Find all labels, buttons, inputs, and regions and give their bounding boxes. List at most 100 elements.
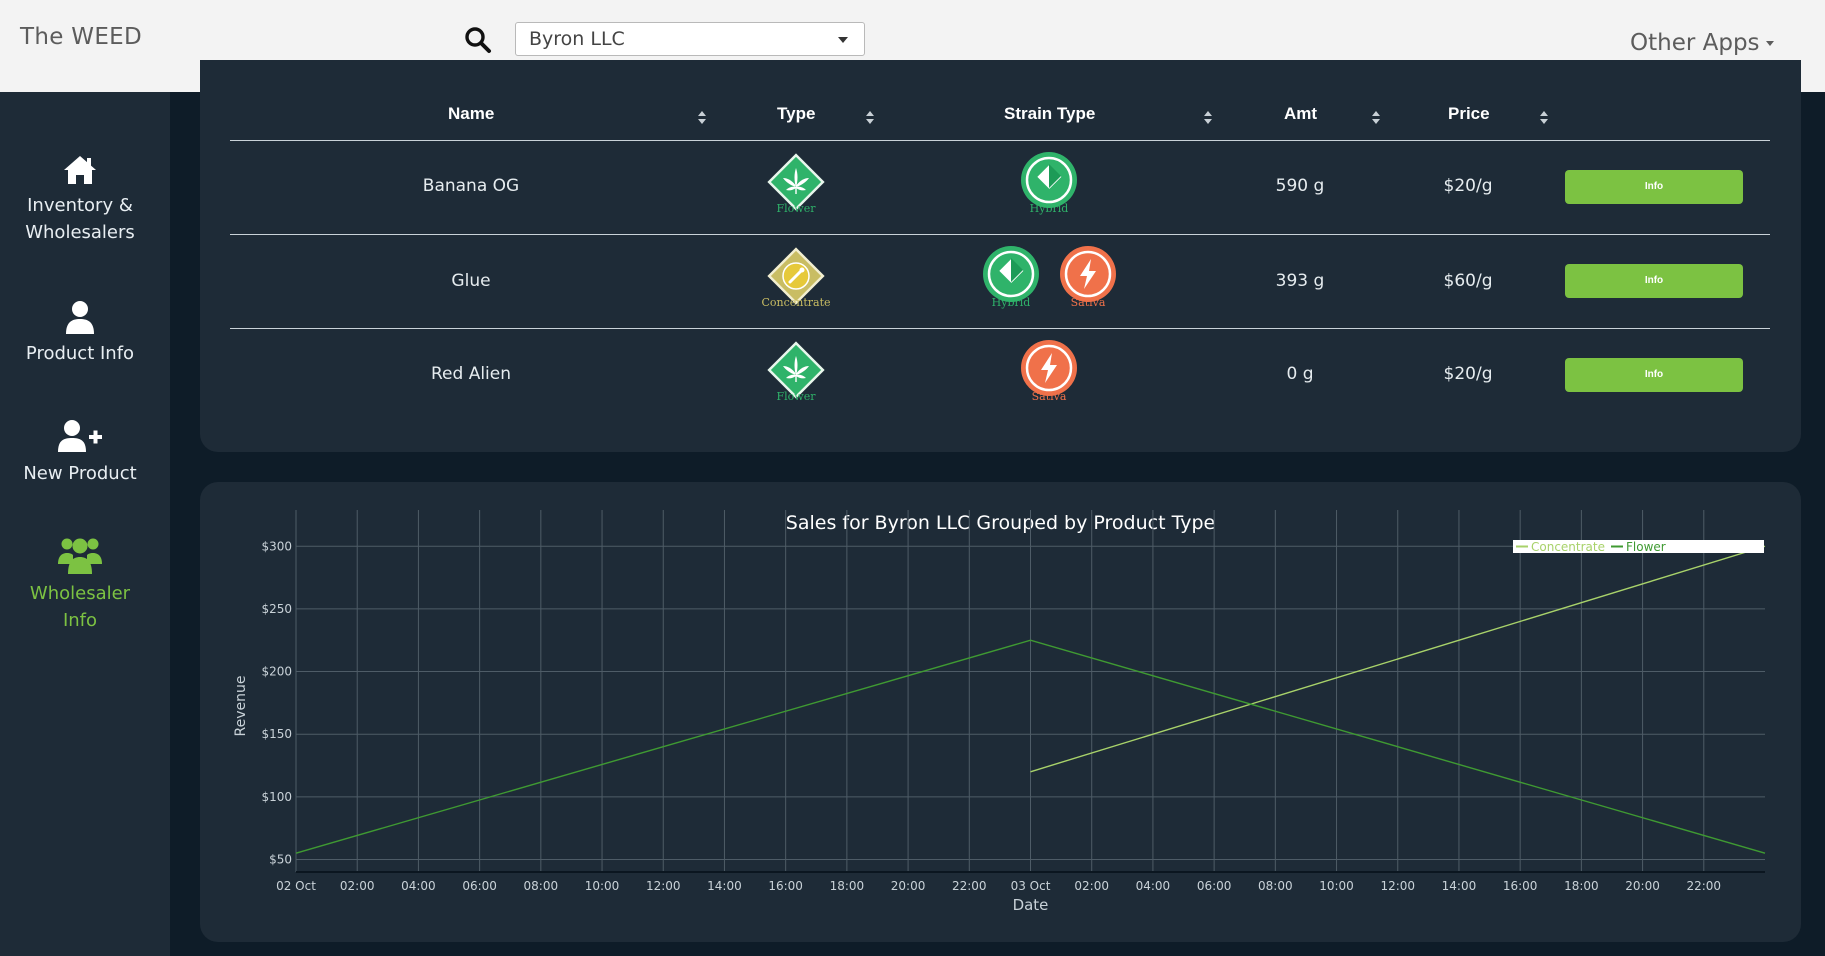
x-tick-label: 06:00: [1197, 879, 1232, 893]
column-header-type[interactable]: Type: [777, 104, 815, 124]
x-tick-label: 04:00: [401, 879, 436, 893]
user-icon: [66, 301, 94, 334]
y-tick-label: $300: [261, 539, 292, 553]
x-tick-label: 22:00: [952, 879, 987, 893]
x-tick-label: 14:00: [707, 879, 742, 893]
type-badge: Concentrate: [761, 244, 831, 309]
home-icon: [64, 156, 96, 184]
amount: 393 g: [1275, 271, 1325, 291]
x-tick-label: 12:00: [646, 879, 681, 893]
sativa-bolt-icon: [1060, 246, 1116, 302]
sidebar-item-label: Inventory &: [27, 195, 133, 216]
x-tick-label: 18:00: [1564, 879, 1599, 893]
x-axis-label: Date: [1013, 896, 1049, 914]
users-icon: [58, 538, 102, 574]
x-tick-label: 02:00: [1074, 879, 1109, 893]
y-tick-label: $100: [261, 790, 292, 804]
sidebar-item-product-info[interactable]: Product Info: [0, 300, 160, 367]
column-header-amt[interactable]: Amt: [1284, 104, 1317, 124]
sort-icon[interactable]: [1372, 111, 1380, 125]
sidebar-item-inventory[interactable]: Inventory & Wholesalers: [0, 154, 160, 246]
info-button[interactable]: Info: [1565, 170, 1743, 204]
divider: [230, 328, 1770, 329]
sort-icon[interactable]: [866, 111, 874, 125]
x-tick-label: 10:00: [585, 879, 620, 893]
price: $20/g: [1443, 364, 1493, 384]
amount: 0 g: [1286, 364, 1314, 384]
x-tick-label: 14:00: [1442, 879, 1477, 893]
strain-label: Hybrid: [991, 296, 1031, 309]
x-tick-label: 10:00: [1319, 879, 1354, 893]
hybrid-icon: [1021, 152, 1077, 208]
y-tick-label: $50: [269, 852, 292, 866]
product-name: Red Alien: [430, 364, 512, 384]
sidebar-item-label: Info: [62, 610, 98, 631]
column-header-name[interactable]: Name: [448, 104, 494, 124]
sort-icon[interactable]: [698, 111, 706, 125]
company-select-value: Byron LLC: [529, 28, 625, 50]
strain-badge: Sativa: [1014, 338, 1084, 403]
y-tick-label: $250: [261, 602, 292, 616]
column-header-price[interactable]: Price: [1448, 104, 1490, 124]
sativa-bolt-icon: [1021, 340, 1077, 396]
sidebar-item-wholesaler-info[interactable]: Wholesaler Info: [0, 534, 160, 634]
x-tick-label: 06:00: [462, 879, 497, 893]
x-tick-label: 03 Oct: [1011, 879, 1051, 893]
sidebar: Inventory & Wholesalers Product Info New …: [0, 92, 170, 956]
x-tick-label: 02:00: [340, 879, 375, 893]
x-tick-label: 02 Oct: [276, 879, 316, 893]
type-label: Flower: [776, 202, 816, 215]
company-select[interactable]: Byron LLC: [515, 22, 865, 56]
divider: [230, 140, 1770, 141]
other-apps-label: Other Apps: [1630, 30, 1760, 56]
x-tick-label: 16:00: [1503, 879, 1538, 893]
price: $60/g: [1443, 271, 1493, 291]
x-tick-label: 08:00: [1258, 879, 1293, 893]
y-tick-label: $200: [261, 665, 292, 679]
amount: 590 g: [1275, 176, 1325, 196]
x-tick-label: 08:00: [524, 879, 559, 893]
type-badge: Flower: [761, 338, 831, 403]
price: $20/g: [1443, 176, 1493, 196]
sidebar-item-label: New Product: [23, 463, 137, 484]
type-badge: Flower: [761, 150, 831, 215]
type-label: Flower: [776, 390, 816, 403]
sort-icon[interactable]: [1540, 111, 1548, 125]
strain-label: Sativa: [1031, 390, 1067, 403]
sidebar-item-label: Wholesalers: [25, 222, 135, 243]
x-tick-label: 20:00: [1625, 879, 1660, 893]
column-header-strain-type[interactable]: Strain Type: [1004, 104, 1095, 124]
sales-line-chart: 02 Oct 02:00 04:00 06:00 08:00 10:00 12:00 14:0…: [233, 510, 1766, 914]
strain-label: Sativa: [1070, 296, 1106, 309]
x-tick-label: 04:00: [1136, 879, 1171, 893]
sidebar-item-label: Product Info: [25, 343, 135, 364]
hybrid-icon: [983, 246, 1039, 302]
other-apps-menu[interactable]: Other Apps: [1630, 30, 1774, 56]
y-tick-label: $150: [261, 727, 292, 741]
divider: [230, 234, 1770, 235]
brand-title[interactable]: The WEED: [20, 24, 142, 50]
strain-badge: Sativa: [1053, 244, 1123, 309]
y-axis-label: Revenue: [233, 676, 249, 737]
sort-icon[interactable]: [1204, 111, 1212, 125]
legend-label: Concentrate: [1531, 540, 1605, 554]
info-button[interactable]: Info: [1565, 264, 1743, 298]
x-tick-label: 20:00: [891, 879, 926, 893]
sidebar-item-label: Wholesaler: [29, 583, 131, 604]
strain-label: Hybrid: [1029, 202, 1069, 215]
strain-badge: Hybrid: [1014, 150, 1084, 215]
product-name: Banana OG: [422, 176, 520, 196]
x-tick-label: 18:00: [830, 879, 865, 893]
user-plus-icon: [58, 420, 102, 452]
caret-down-icon: [1765, 41, 1774, 46]
sidebar-item-new-product[interactable]: New Product: [0, 418, 160, 487]
x-tick-label: 12:00: [1380, 879, 1415, 893]
product-name: Glue: [451, 271, 491, 291]
type-label: Concentrate: [761, 296, 831, 309]
info-button[interactable]: Info: [1565, 358, 1743, 392]
search-icon[interactable]: [464, 26, 492, 54]
x-tick-label: 16:00: [768, 879, 803, 893]
chevron-down-icon: [838, 37, 848, 43]
legend-label: Flower: [1626, 540, 1666, 554]
strain-badge: Hybrid: [976, 244, 1046, 309]
